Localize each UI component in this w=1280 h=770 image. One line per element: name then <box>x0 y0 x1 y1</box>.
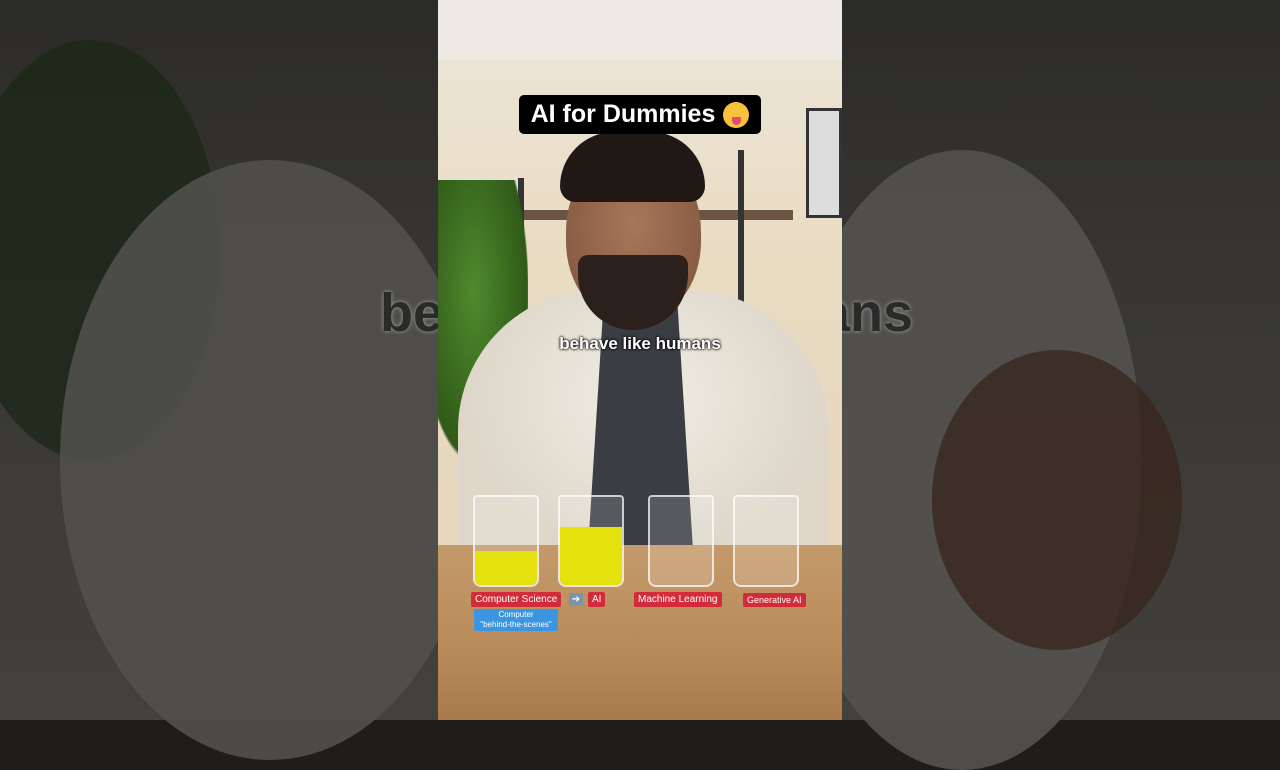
blurred-caption-left: be <box>380 283 444 343</box>
blurred-background-right <box>782 0 1280 770</box>
caption: behave like humans <box>559 334 721 353</box>
label-machine-learning: Machine Learning <box>634 592 722 607</box>
label-behind-scenes-text: "behind-the-scenes" <box>480 620 552 629</box>
right-arrow-icon: ➔ <box>569 593 583 606</box>
glass-3 <box>648 495 714 587</box>
label-computer: Computer <box>498 610 534 619</box>
glass-1 <box>473 495 539 587</box>
video-title-overlay: AI for Dummies <box>519 95 761 134</box>
glass-4 <box>733 495 799 587</box>
glass-2 <box>558 495 624 587</box>
blurred-background-left <box>0 0 480 760</box>
label-generative-ai: Generative AI <box>743 593 806 607</box>
zany-face-emoji-icon <box>723 101 750 128</box>
label-behind-the-scenes: Computer "behind-the-scenes" <box>474 609 558 631</box>
label-ai: AI <box>588 592 606 607</box>
title-text: AI for Dummies <box>530 100 716 128</box>
label-computer-science: Computer Science <box>471 592 562 607</box>
